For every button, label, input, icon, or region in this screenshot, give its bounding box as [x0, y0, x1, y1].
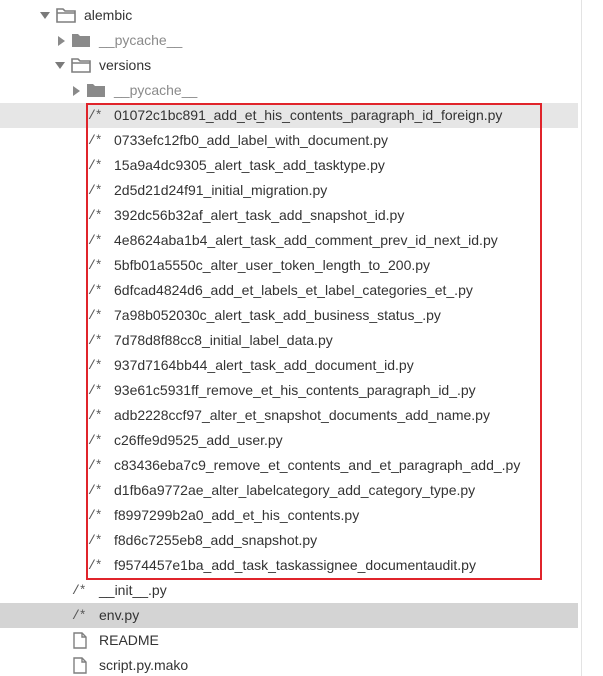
python-file-icon: /*: [88, 158, 103, 173]
tree-item-label: 7d78d8f88cc8_initial_label_data.py: [114, 332, 333, 348]
tree-item-migration-file[interactable]: /* 7a98b052030c_alert_task_add_business_s…: [0, 303, 578, 328]
tree-item-migration-file[interactable]: /* f9574457e1ba_add_task_taskassignee_doc…: [0, 553, 578, 578]
tree-item-migration-file[interactable]: /* c83436eba7c9_remove_et_contents_and_et…: [0, 453, 578, 478]
python-file-icon: /*: [88, 283, 103, 298]
tree-item-label: c83436eba7c9_remove_et_contents_and_et_p…: [114, 457, 521, 473]
tree-item-label: adb2228ccf97_alter_et_snapshot_documents…: [114, 407, 490, 423]
tree-item-label: 2d5d21d24f91_initial_migration.py: [114, 182, 328, 198]
python-file-icon: /*: [88, 108, 103, 123]
chevron-down-icon[interactable]: [39, 3, 51, 28]
tree-item-label: __pycache__: [99, 32, 183, 48]
tree-item-label: f8d6c7255eb8_add_snapshot.py: [114, 532, 318, 548]
tree-item-file[interactable]: /* __init__.py: [0, 578, 578, 603]
chevron-down-icon[interactable]: [54, 53, 66, 78]
tree-item-label: 392dc56b32af_alert_task_add_snapshot_id.…: [114, 207, 405, 223]
tree-item-migration-file[interactable]: /* 01072c1bc891_add_et_his_contents_parag…: [0, 103, 578, 128]
tree-item-label: c26ffe9d9525_add_user.py: [114, 432, 283, 448]
tree-item-migration-file[interactable]: /* 4e8624aba1b4_alert_task_add_comment_pr…: [0, 228, 578, 253]
tree-item-pycache[interactable]: __pycache__: [0, 28, 578, 53]
python-file-icon: /*: [72, 583, 87, 598]
folder-open-icon: [56, 7, 76, 24]
tree-item-label: env.py: [99, 607, 140, 623]
chevron-right-icon[interactable]: [70, 78, 82, 103]
tree-item-migration-file[interactable]: /* 7d78d8f88cc8_initial_label_data.py: [0, 328, 578, 353]
tree-item-migration-file[interactable]: /* d1fb6a9772ae_alter_labelcategory_add_c…: [0, 478, 578, 503]
tree-item-file[interactable]: script.py.mako: [0, 653, 578, 676]
chevron-right-icon[interactable]: [55, 28, 67, 53]
python-file-icon: /*: [88, 183, 103, 198]
python-file-icon: /*: [88, 408, 103, 423]
tree-item-label: 6dfcad4824d6_add_et_labels_et_label_cate…: [114, 282, 473, 298]
tree-item-migration-file[interactable]: /* adb2228ccf97_alter_et_snapshot_documen…: [0, 403, 578, 428]
python-file-icon: /*: [88, 483, 103, 498]
python-file-icon: /*: [88, 508, 103, 523]
tree-item-migration-file[interactable]: /* 2d5d21d24f91_initial_migration.py: [0, 178, 578, 203]
tree-item-migration-file[interactable]: /* 15a9a4dc9305_alert_task_add_tasktype.p…: [0, 153, 578, 178]
tree-item-label: 5bfb01a5550c_alter_user_token_length_to_…: [114, 257, 431, 273]
python-file-icon: /*: [88, 308, 103, 323]
tree-item-label: script.py.mako: [99, 657, 189, 673]
python-file-icon: /*: [88, 233, 103, 248]
python-file-icon: /*: [88, 458, 103, 473]
document-icon: [72, 632, 92, 649]
python-file-icon: /*: [72, 608, 87, 623]
folder-icon: [86, 82, 106, 99]
tree-item-label: __init__.py: [99, 582, 167, 598]
tree-item-label: README: [99, 632, 159, 648]
tree-item-label: 93e61c5931ff_remove_et_his_contents_para…: [114, 382, 476, 398]
python-file-icon: /*: [88, 258, 103, 273]
tree-item-label: __pycache__: [114, 82, 198, 98]
tree-item-migration-file[interactable]: /* 6dfcad4824d6_add_et_labels_et_label_ca…: [0, 278, 578, 303]
tree-item-label: d1fb6a9772ae_alter_labelcategory_add_cat…: [114, 482, 476, 498]
vertical-scrollbar[interactable]: [581, 0, 594, 676]
file-tree: alembic __pycache__ versions __pycache__…: [0, 0, 578, 676]
tree-item-migration-file[interactable]: /* f8997299b2a0_add_et_his_contents.py: [0, 503, 578, 528]
tree-item-migration-file[interactable]: /* c26ffe9d9525_add_user.py: [0, 428, 578, 453]
python-file-icon: /*: [88, 383, 103, 398]
python-file-icon: /*: [88, 133, 103, 148]
tree-item-pycache[interactable]: __pycache__: [0, 78, 578, 103]
folder-icon: [71, 32, 91, 49]
tree-item-versions[interactable]: versions: [0, 53, 578, 78]
tree-item-migration-file[interactable]: /* f8d6c7255eb8_add_snapshot.py: [0, 528, 578, 553]
python-file-icon: /*: [88, 333, 103, 348]
tree-item-label: 01072c1bc891_add_et_his_contents_paragra…: [114, 107, 503, 123]
tree-item-file[interactable]: README: [0, 628, 578, 653]
tree-item-label: 937d7164bb44_alert_task_add_document_id.…: [114, 357, 414, 373]
tree-item-migration-file[interactable]: /* 93e61c5931ff_remove_et_his_contents_pa…: [0, 378, 578, 403]
tree-item-label: 4e8624aba1b4_alert_task_add_comment_prev…: [114, 232, 498, 248]
tree-item-migration-file[interactable]: /* 5bfb01a5550c_alter_user_token_length_t…: [0, 253, 578, 278]
tree-item-migration-file[interactable]: /* 392dc56b32af_alert_task_add_snapshot_i…: [0, 203, 578, 228]
tree-item-file-selected[interactable]: /* env.py: [0, 603, 578, 628]
python-file-icon: /*: [88, 433, 103, 448]
tree-item-label: 7a98b052030c_alert_task_add_business_sta…: [114, 307, 441, 323]
tree-item-label: f9574457e1ba_add_task_taskassignee_docum…: [114, 557, 476, 573]
python-file-icon: /*: [88, 533, 103, 548]
tree-item-label: f8997299b2a0_add_et_his_contents.py: [114, 507, 360, 523]
tree-item-migration-file[interactable]: /* 0733efc12fb0_add_label_with_document.p…: [0, 128, 578, 153]
tree-item-migration-file[interactable]: /* 937d7164bb44_alert_task_add_document_i…: [0, 353, 578, 378]
folder-open-icon: [71, 57, 91, 74]
python-file-icon: /*: [88, 208, 103, 223]
tree-item-label: alembic: [84, 7, 133, 23]
tree-item-label: 15a9a4dc9305_alert_task_add_tasktype.py: [114, 157, 385, 173]
python-file-icon: /*: [88, 558, 103, 573]
python-file-icon: /*: [88, 358, 103, 373]
tree-item-label: 0733efc12fb0_add_label_with_document.py: [114, 132, 388, 148]
tree-item-label: versions: [99, 57, 152, 73]
tree-item-alembic[interactable]: alembic: [0, 3, 578, 28]
document-icon: [72, 657, 92, 674]
